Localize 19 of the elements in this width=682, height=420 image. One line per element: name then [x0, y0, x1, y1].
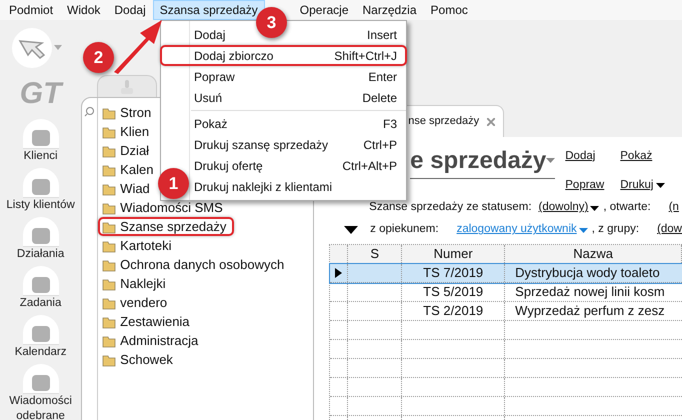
shortcut-label: F3: [382, 116, 397, 132]
shortcut-label: Delete: [362, 90, 397, 106]
filter-label: Szanse sprzedaży ze statusem:: [369, 200, 532, 216]
filter-label: z opiekunem:: [370, 222, 439, 238]
table-cell-text: Sprzedaż nowej linii kosm: [514, 283, 666, 301]
table-cell-text: Wyprzedaż perfum z zesz: [514, 302, 666, 320]
step-badge: 2: [83, 42, 114, 73]
shortcut-label: Ctrl+P: [363, 136, 397, 154]
table-cell: TS 5/2019: [402, 283, 506, 301]
shortcut-label: Insert: [366, 26, 397, 44]
table-cell-text: Dystrybucja wody toaleto: [514, 264, 661, 282]
filter-label: , z grupy:: [592, 222, 640, 238]
logo: GT: [20, 79, 62, 109]
table-cell: TS 7/2019: [402, 264, 506, 282]
filter-label: , otwarte:: [603, 200, 651, 216]
shortcut-label: Shift+Ctrl+J: [334, 48, 397, 64]
shortcut-label: Ctrl+Alt+P: [342, 158, 397, 174]
shortcut-label: Enter: [368, 68, 397, 86]
table-cell: TS 2/2019: [402, 302, 506, 320]
